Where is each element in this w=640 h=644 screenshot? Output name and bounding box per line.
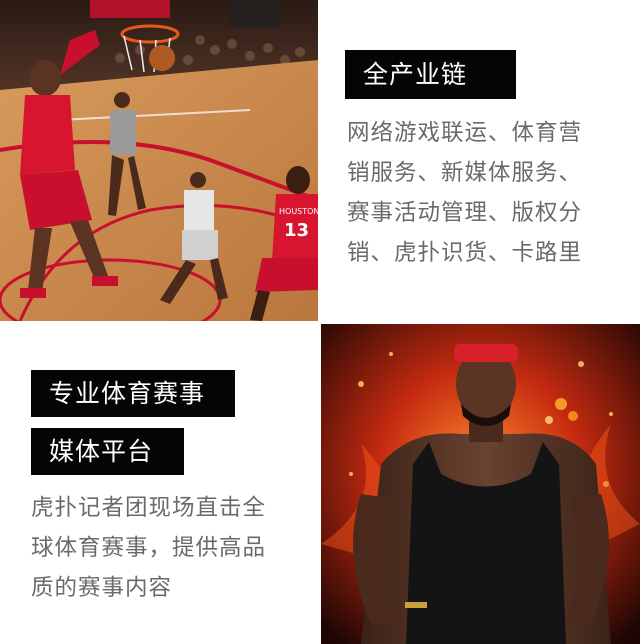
description-line: 质的赛事内容 [31, 575, 173, 601]
sports-media-heading-1: 专业体育赛事 [31, 370, 235, 417]
player-portrait-photo [321, 324, 640, 644]
description-line: 销、虎扑识货、卡路里 [347, 240, 583, 266]
sports-media-heading-2: 媒体平台 [31, 428, 184, 475]
jersey-number: 13 [284, 220, 309, 241]
sports-media-heading-1-text: 专业体育赛事 [49, 379, 206, 408]
industry-chain-heading: 全产业链 [345, 50, 516, 99]
industry-chain-description: 网络游戏联运、体育营 销服务、新媒体服务、 赛事活动管理、版权分 销、虎扑识货、… [347, 113, 582, 273]
description-line: 销服务、新媒体服务、 [347, 160, 583, 186]
industry-chain-heading-text: 全产业链 [363, 60, 468, 89]
description-line: 球体育赛事，提供高品 [31, 535, 267, 561]
description-line: 虎扑记者团现场直击全 [31, 495, 267, 521]
industry-chain-panel: 全产业链 网络游戏联运、体育营 销服务、新媒体服务、 赛事活动管理、版权分 销、… [321, 0, 640, 321]
sports-media-description: 虎扑记者团现场直击全 球体育赛事，提供高品 质的赛事内容 [31, 488, 266, 608]
description-line: 网络游戏联运、体育营 [347, 120, 583, 146]
sports-media-heading-2-text: 媒体平台 [49, 437, 154, 466]
basketball-game-photo: HOUSTON 13 [0, 0, 318, 321]
description-line: 赛事活动管理、版权分 [347, 200, 583, 226]
jersey-text: HOUSTON [279, 207, 318, 216]
sports-media-panel: 专业体育赛事 媒体平台 虎扑记者团现场直击全 球体育赛事，提供高品 质的赛事内容 [0, 324, 318, 644]
